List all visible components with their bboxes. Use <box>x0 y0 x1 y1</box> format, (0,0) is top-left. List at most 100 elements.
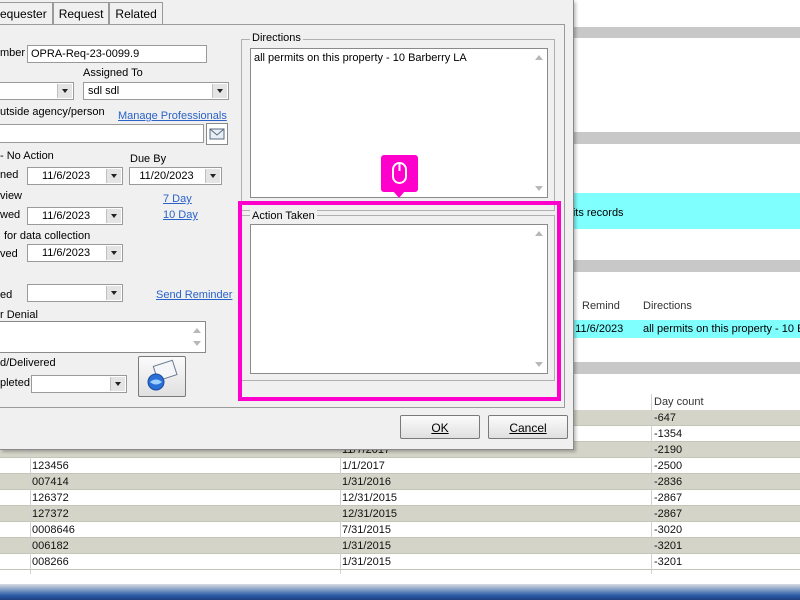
table-cell: -2867 <box>654 492 683 504</box>
status-label: - No Action <box>0 150 54 162</box>
seven-day-link[interactable]: 7 Day <box>163 193 192 205</box>
chevron-down-icon[interactable] <box>212 84 227 98</box>
list-header-directions: Directions <box>643 300 692 312</box>
action-taken-highlight-box <box>238 201 561 401</box>
chevron-down-icon[interactable] <box>106 169 121 183</box>
background-selected-record[interactable]: rmits records <box>560 193 800 229</box>
table-row[interactable]: 006182 1/31/2015 -3201 <box>0 538 800 554</box>
cancel-button[interactable]: Cancel <box>488 415 568 439</box>
received-label: ved <box>0 248 18 260</box>
table-cell: 123456 <box>32 460 69 472</box>
table-cell: -1354 <box>654 428 683 440</box>
table-cell: -2500 <box>654 460 683 472</box>
chevron-down-icon[interactable] <box>110 377 125 391</box>
table-cell: 7/31/2015 <box>342 524 391 536</box>
chevron-down-icon[interactable] <box>205 169 220 183</box>
tab-request[interactable]: Request <box>52 2 110 24</box>
assigned-date-value: 11/6/2023 <box>41 170 91 182</box>
envelope-icon <box>209 128 225 140</box>
due-by-label: Due By <box>130 153 167 165</box>
directions-scrollbar[interactable] <box>531 50 546 196</box>
assigned-to-value: sdl sdl <box>88 85 120 97</box>
delivered-label: d/Delivered <box>0 357 56 369</box>
table-row[interactable]: 127372 12/31/2015 -2867 <box>0 506 800 522</box>
list-header-remind: Remind <box>582 300 620 312</box>
denial-reason-field[interactable] <box>0 321 206 353</box>
send-email-button[interactable] <box>138 356 186 397</box>
tab-requester[interactable]: equester <box>0 2 53 24</box>
due-by-date-picker[interactable]: 11/20/2023 <box>129 167 222 185</box>
outside-agency-field[interactable] <box>0 124 204 143</box>
tab-strip: equester Request Related <box>0 2 163 24</box>
list-cell-remind: n 11/6/2023 <box>566 323 624 335</box>
directions-text: all permits on this property - 10 Barber… <box>254 52 467 64</box>
send-mail-icon <box>147 359 178 391</box>
chevron-down-icon[interactable] <box>106 286 121 300</box>
request-number-field[interactable]: OPRA-Req-23-0099.9 <box>27 45 207 63</box>
send-reminder-link[interactable]: Send Reminder <box>156 289 232 301</box>
list-selected-row[interactable]: n 11/6/2023 all permits on this property… <box>566 320 800 338</box>
attach-button[interactable] <box>206 123 228 145</box>
denial-label: r Denial <box>0 309 38 321</box>
completed-on-picker[interactable] <box>31 375 127 393</box>
assigned-date-label: ned <box>0 169 19 181</box>
scroll-down-icon[interactable] <box>193 341 201 346</box>
reviewed-date-picker[interactable]: 11/6/2023 <box>27 207 123 225</box>
mouse-icon <box>392 162 407 184</box>
list-cell-directions: all permits on this property - 10 E <box>643 323 800 335</box>
table-row[interactable]: 126372 12/31/2015 -2867 <box>0 490 800 506</box>
table-row[interactable]: 0008646 7/31/2015 -3020 <box>0 522 800 538</box>
table-cell: -2190 <box>654 444 683 456</box>
table-cell: 1/31/2016 <box>342 476 391 488</box>
taskbar <box>0 584 800 600</box>
table-cell: 1/31/2015 <box>342 556 391 568</box>
scroll-up-icon[interactable] <box>535 55 543 60</box>
completed-date-picker[interactable] <box>27 284 123 302</box>
table-cell: -3201 <box>654 556 683 568</box>
assigned-to-combo[interactable]: sdl sdl <box>83 82 229 100</box>
tab-related[interactable]: Related <box>109 2 163 24</box>
received-date-value: 11/6/2023 <box>41 247 91 259</box>
ok-button[interactable]: OK <box>400 415 480 439</box>
chevron-down-icon[interactable] <box>57 84 72 98</box>
table-cell: 12/31/2015 <box>342 508 398 520</box>
denial-scrollbar[interactable] <box>189 323 204 351</box>
table-cell: 126372 <box>32 492 69 504</box>
table-cell: 127372 <box>32 508 69 520</box>
manage-professionals-link[interactable]: Manage Professionals <box>118 110 227 122</box>
background-header-strip <box>570 260 800 272</box>
completed-on-label: pleted <box>0 377 30 389</box>
background-header-strip <box>570 132 800 144</box>
table-cell: 007414 <box>32 476 69 488</box>
assigned-date-picker[interactable]: 11/6/2023 <box>27 167 123 185</box>
scroll-up-icon[interactable] <box>193 328 201 333</box>
table-row[interactable]: 008266 1/31/2015 -3201 <box>0 554 800 570</box>
table-cell: -2836 <box>654 476 683 488</box>
table-cell: -2867 <box>654 508 683 520</box>
cancel-button-label: Cancel <box>509 421 547 435</box>
outside-agency-label: utside agency/person <box>0 106 105 118</box>
received-date-picker[interactable]: 11/6/2023 <box>27 244 123 262</box>
table-row[interactable]: 123456 1/1/2017 -2500 <box>0 458 800 474</box>
status-combo[interactable] <box>0 82 74 100</box>
directions-label: Directions <box>250 32 303 44</box>
grid-column-divider <box>651 394 652 574</box>
table-cell: -3020 <box>654 524 683 536</box>
background-header-strip <box>570 27 800 38</box>
scroll-down-icon[interactable] <box>535 186 543 191</box>
reviewed-date-value: 11/6/2023 <box>41 210 91 222</box>
table-cell: 1/1/2017 <box>342 460 385 472</box>
assigned-to-label: Assigned To <box>83 67 143 79</box>
data-collection-label: for data collection <box>4 230 91 242</box>
table-cell: 006182 <box>32 540 69 552</box>
table-cell: -3201 <box>654 540 683 552</box>
ok-button-label: OK <box>431 421 449 435</box>
ten-day-link[interactable]: 10 Day <box>163 209 198 221</box>
table-cell: 12/31/2015 <box>342 492 398 504</box>
chevron-down-icon[interactable] <box>106 209 121 223</box>
table-cell: 0008646 <box>32 524 75 536</box>
chevron-down-icon[interactable] <box>106 246 121 260</box>
reviewed-label: wed <box>0 209 21 221</box>
table-row[interactable]: 007414 1/31/2016 -2836 <box>0 474 800 490</box>
table-cell: 1/31/2015 <box>342 540 391 552</box>
